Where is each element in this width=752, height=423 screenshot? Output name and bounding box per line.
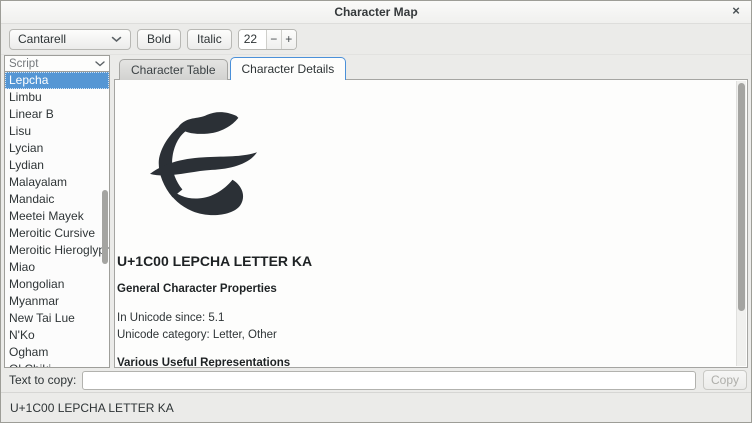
statusbar-text: U+1C00 LEPCHA LETTER KA xyxy=(10,401,174,415)
unicode-category-line: Unicode category: Letter, Other xyxy=(117,327,747,344)
character-title: U+1C00 LEPCHA LETTER KA xyxy=(117,253,747,269)
copy-button[interactable]: Copy xyxy=(703,370,747,390)
copy-bar: Text to copy: Copy xyxy=(1,368,751,392)
text-to-copy-input[interactable] xyxy=(82,371,696,390)
script-list-item[interactable]: Lepcha xyxy=(5,72,109,89)
script-list-item[interactable]: New Tai Lue xyxy=(5,310,109,327)
tab-label: Character Details xyxy=(242,62,335,76)
script-list-item[interactable]: Linear B xyxy=(5,106,109,123)
chevron-down-icon xyxy=(95,61,105,67)
character-map-window: Character Map × Cantarell Bold Italic 22… xyxy=(0,0,752,423)
script-list-item[interactable]: Ol Chiki xyxy=(5,361,109,368)
details-scrollbar-thumb[interactable] xyxy=(738,83,745,311)
script-list-item[interactable]: Lydian xyxy=(5,157,109,174)
chevron-down-icon xyxy=(111,36,122,43)
script-list-item[interactable]: Mongolian xyxy=(5,276,109,293)
script-list-item[interactable]: Ogham xyxy=(5,344,109,361)
increase-size-button[interactable]: + xyxy=(281,30,296,49)
close-icon[interactable]: × xyxy=(728,3,744,19)
font-family-value: Cantarell xyxy=(18,32,66,46)
script-list-item[interactable]: Meroitic Hieroglyphs xyxy=(5,242,109,259)
script-list-item[interactable]: Limbu xyxy=(5,89,109,106)
window-title: Character Map xyxy=(334,5,417,19)
script-list-item[interactable]: Mandaic xyxy=(5,191,109,208)
text-to-copy-label: Text to copy: xyxy=(9,373,76,387)
titlebar[interactable]: Character Map × xyxy=(1,1,751,24)
italic-button[interactable]: Italic xyxy=(187,29,232,50)
script-list-item[interactable]: Myanmar xyxy=(5,293,109,310)
font-size-spinner: 22 − + xyxy=(238,29,297,50)
tab-item[interactable]: Character Details xyxy=(230,57,347,80)
sidebar: Script LepchaLimbuLinear BLisuLycianLydi… xyxy=(4,55,110,368)
tab-label: Character Table xyxy=(131,63,216,77)
section-heading-representations: Various Useful Representations xyxy=(117,357,747,368)
script-list: LepchaLimbuLinear BLisuLycianLydianMalay… xyxy=(4,72,110,368)
script-list-item[interactable]: Meroitic Cursive xyxy=(5,225,109,242)
decrease-size-button[interactable]: − xyxy=(266,30,281,49)
script-list-item[interactable]: Malayalam xyxy=(5,174,109,191)
font-size-input[interactable]: 22 xyxy=(239,30,266,49)
script-list-item[interactable]: N'Ko xyxy=(5,327,109,344)
content-area: Script LepchaLimbuLinear BLisuLycianLydi… xyxy=(1,55,751,368)
script-selector-label: Script xyxy=(9,58,38,70)
section-heading-general: General Character Properties xyxy=(117,283,747,295)
script-list-item[interactable]: Lisu xyxy=(5,123,109,140)
statusbar: U+1C00 LEPCHA LETTER KA xyxy=(1,392,751,422)
details-scrollbar-track[interactable] xyxy=(736,81,746,366)
toolbar: Cantarell Bold Italic 22 − + xyxy=(1,24,751,55)
sidebar-scrollbar-thumb[interactable] xyxy=(102,190,108,264)
unicode-since-line: In Unicode since: 5.1 xyxy=(117,310,747,327)
notebook: Character Table Character Details U+1C00 … xyxy=(114,55,748,368)
tab-bar: Character Table Character Details xyxy=(114,55,748,79)
script-list-item[interactable]: Meetei Mayek xyxy=(5,208,109,225)
character-details-panel: U+1C00 LEPCHA LETTER KA General Characte… xyxy=(114,79,748,368)
tab-item[interactable]: Character Table xyxy=(119,59,228,80)
script-list-item[interactable]: Miao xyxy=(5,259,109,276)
script-list-item[interactable]: Lycian xyxy=(5,140,109,157)
character-glyph xyxy=(149,111,259,219)
bold-button[interactable]: Bold xyxy=(137,29,181,50)
script-selector[interactable]: Script xyxy=(4,55,110,72)
font-family-select[interactable]: Cantarell xyxy=(9,29,131,50)
